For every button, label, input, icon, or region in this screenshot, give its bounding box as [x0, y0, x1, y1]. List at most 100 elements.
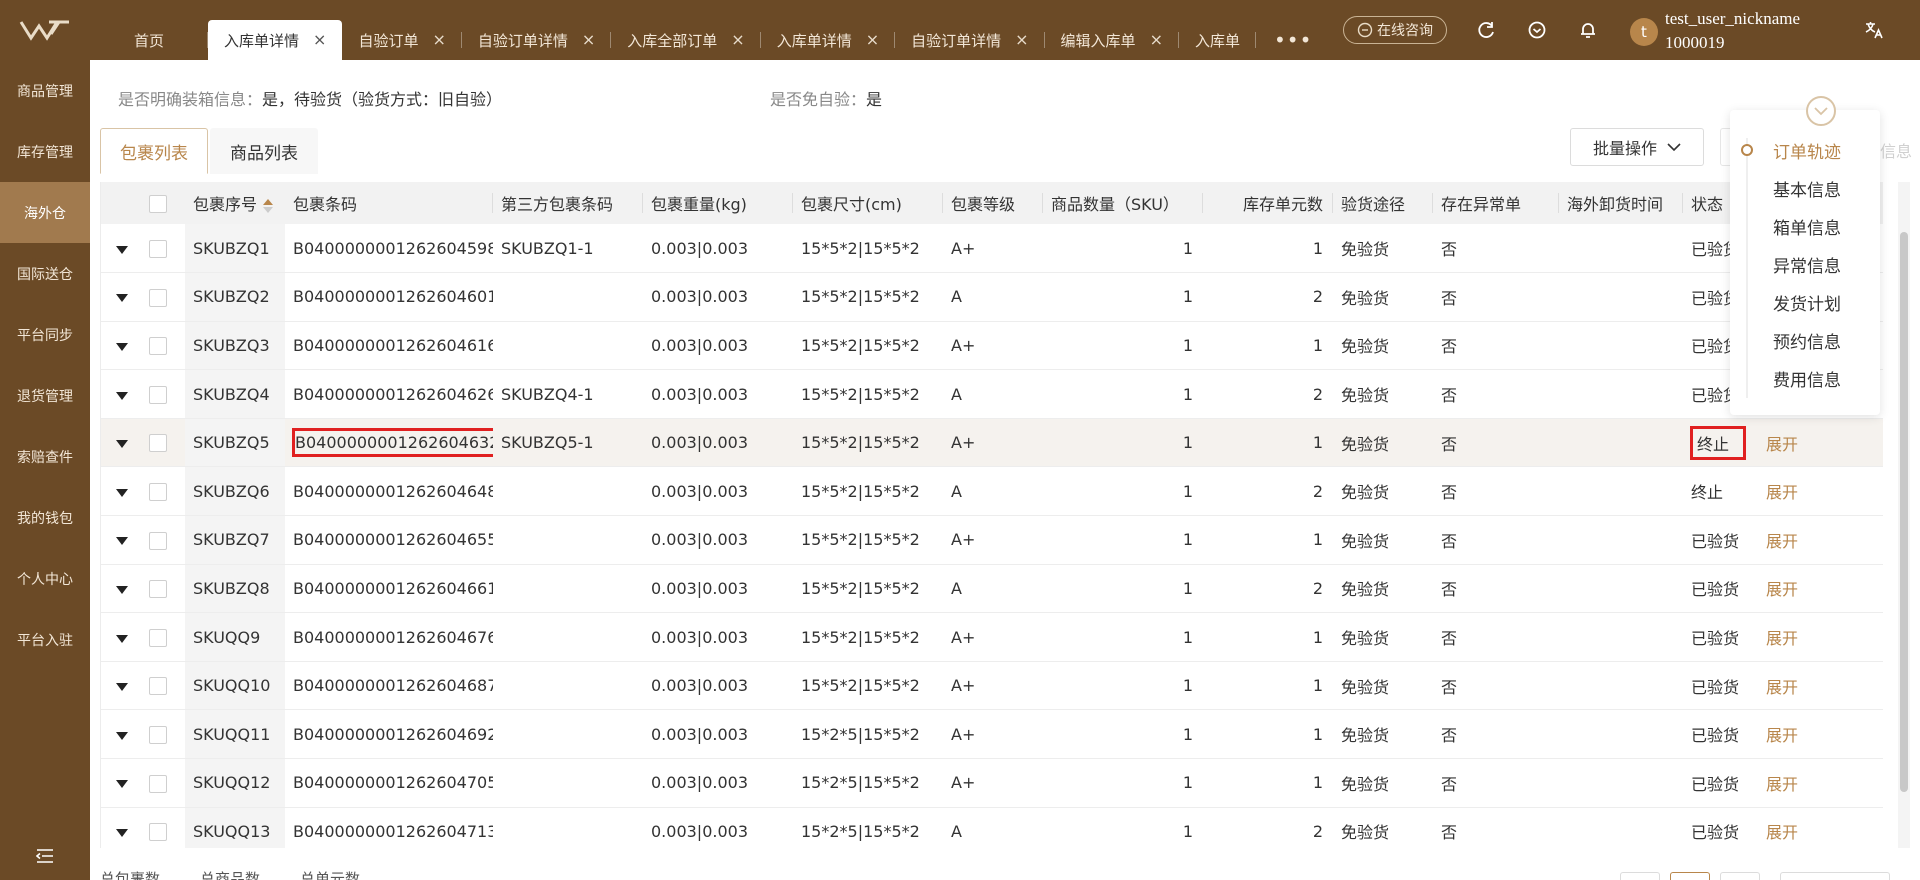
page-tab[interactable]: 入库单详情 × [761, 20, 896, 60]
caret-down-icon[interactable] [116, 683, 128, 692]
page-tab[interactable]: 入库单 [1179, 20, 1256, 60]
table-row[interactable]: SKUQQ12 B0400000001262604705 0.003|0.003 15… [101, 758, 1883, 808]
close-icon[interactable]: × [313, 32, 326, 48]
row-checkbox[interactable] [149, 337, 167, 356]
close-icon[interactable]: × [432, 32, 445, 48]
caret-down-icon[interactable] [116, 731, 128, 740]
caret-down-icon[interactable] [116, 391, 128, 400]
table-row[interactable]: SKUQQ13 B0400000001262604713 0.003|0.003 15… [101, 807, 1883, 848]
row-checkbox[interactable] [149, 628, 167, 647]
row-checkbox[interactable] [149, 677, 167, 696]
page-tab[interactable]: 首页 [90, 20, 209, 60]
caret-down-icon[interactable] [116, 828, 128, 837]
pager-current-page[interactable] [1670, 872, 1710, 880]
caret-down-icon[interactable] [116, 488, 128, 497]
table-row[interactable]: SKUBZQ6 B0400000001262604648 0.003|0.003 15… [101, 466, 1883, 516]
table-row[interactable]: SKUQQ10 B0400000001262604687 0.003|0.003 15… [101, 661, 1883, 710]
batch-operation-button[interactable]: 批量操作 [1570, 128, 1704, 166]
row-checkbox[interactable] [149, 385, 167, 404]
scrollbar-thumb[interactable] [1900, 232, 1908, 792]
table-row[interactable]: SKUQQ11 B0400000001262604692 0.003|0.003 15… [101, 709, 1883, 759]
caret-down-icon[interactable] [116, 634, 128, 643]
sort-icon[interactable] [263, 198, 274, 213]
anchor-item[interactable]: 箱单信息 [1773, 214, 1841, 239]
sidebar-item[interactable]: 平台入驻 [0, 609, 90, 670]
user-name[interactable]: test_user_nickname [1665, 8, 1800, 30]
sidebar-item[interactable]: 我的钱包 [0, 487, 90, 548]
row-checkbox[interactable] [149, 774, 167, 793]
expand-link[interactable]: 展开 [1758, 661, 1883, 710]
row-checkbox[interactable] [149, 483, 167, 502]
sidebar-item[interactable]: 海外仓 [0, 182, 90, 243]
caret-down-icon[interactable] [116, 780, 128, 789]
table-row[interactable]: SKUQQ9 B0400000001262604676 0.003|0.003 15*… [101, 612, 1883, 662]
table-row[interactable]: SKUBZQ2 B0400000001262604601 0.003|0.003 15… [101, 272, 1883, 322]
table-row[interactable]: SKUBZQ7 B0400000001262604655 0.003|0.003 15… [101, 515, 1883, 565]
header-seq[interactable]: 包裹序号 [185, 182, 285, 224]
row-checkbox[interactable] [149, 239, 167, 258]
table-row[interactable]: SKUBZQ3 B0400000001262604616 0.003|0.003 15… [101, 321, 1883, 370]
row-checkbox[interactable] [149, 434, 167, 453]
table-row[interactable]: SKUBZQ1 B0400000001262604598 SKUBZQ1-1 0.00… [101, 224, 1883, 273]
table-row[interactable]: SKUBZQ5 B0400000001262604632 SKUBZQ5-1 0.00… [101, 418, 1883, 467]
table-row[interactable]: SKUBZQ8 B0400000001262604661 0.003|0.003 15… [101, 564, 1883, 613]
anchor-item[interactable]: 基本信息 [1773, 176, 1841, 201]
page-tab[interactable]: 自验订单 × [342, 20, 462, 60]
anchor-item[interactable]: 异常信息 [1773, 252, 1841, 277]
anchor-item[interactable]: 预约信息 [1773, 328, 1841, 353]
caret-down-icon[interactable] [116, 245, 128, 254]
sidebar-item[interactable]: 索赔查件 [0, 426, 90, 487]
caret-down-icon[interactable] [116, 342, 128, 351]
page-tab[interactable]: 自验订单详情 × [462, 20, 612, 60]
more-tabs-icon[interactable]: ••• [1256, 20, 1330, 60]
close-icon[interactable]: × [1150, 32, 1163, 48]
close-icon[interactable]: × [582, 32, 595, 48]
expand-link[interactable]: 展开 [1758, 613, 1883, 662]
bell-icon[interactable] [1576, 18, 1600, 42]
anchor-collapse-toggle[interactable] [1806, 96, 1836, 126]
caret-down-icon[interactable] [116, 585, 128, 594]
sidebar-item[interactable]: 国际送仓 [0, 243, 90, 304]
expand-link[interactable]: 展开 [1758, 759, 1883, 808]
page-tab[interactable]: 自验订单详情 × [895, 20, 1045, 60]
page-tab[interactable]: 编辑入库单 × [1045, 20, 1179, 60]
tab-package-list[interactable]: 包裹列表 [100, 128, 208, 174]
feedback-icon[interactable] [1525, 18, 1549, 42]
sidebar-item[interactable]: 平台同步 [0, 304, 90, 365]
sidebar-item[interactable]: 个人中心 [0, 548, 90, 609]
table-row[interactable]: SKUBZQ4 B0400000001262604626 SKUBZQ4-1 0.00… [101, 369, 1883, 419]
caret-down-icon[interactable] [116, 440, 128, 449]
select-all-checkbox[interactable] [149, 194, 167, 213]
expand-link[interactable]: 展开 [1758, 418, 1883, 467]
pager-prev-button[interactable] [1620, 872, 1660, 880]
page-tab[interactable]: 入库全部订单 × [611, 20, 761, 60]
page-size-select[interactable] [1780, 872, 1890, 880]
expand-link[interactable]: 展开 [1758, 710, 1883, 759]
expand-link[interactable]: 展开 [1758, 564, 1883, 613]
avatar[interactable]: t [1630, 18, 1658, 46]
anchor-item[interactable]: 费用信息 [1773, 366, 1841, 391]
online-consult-button[interactable]: 在线咨询 [1343, 16, 1447, 44]
expand-link[interactable]: 展开 [1758, 467, 1883, 516]
refresh-icon[interactable] [1474, 18, 1498, 42]
row-checkbox[interactable] [149, 580, 167, 599]
close-icon[interactable]: × [866, 32, 879, 48]
translate-icon[interactable] [1862, 18, 1886, 42]
vertical-scrollbar[interactable] [1898, 182, 1910, 848]
row-checkbox[interactable] [149, 531, 167, 550]
expand-link[interactable]: 展开 [1758, 807, 1883, 848]
sidebar-item[interactable]: 库存管理 [0, 121, 90, 182]
row-checkbox[interactable] [149, 823, 167, 842]
sidebar-item[interactable]: 退货管理 [0, 365, 90, 426]
tab-product-list[interactable]: 商品列表 [210, 128, 318, 174]
page-tab[interactable]: 入库单详情 × [208, 20, 343, 60]
caret-down-icon[interactable] [116, 537, 128, 546]
anchor-item[interactable]: 发货计划 [1773, 290, 1841, 315]
expand-link[interactable]: 展开 [1758, 516, 1883, 565]
sidebar-item[interactable]: 商品管理 [0, 60, 90, 121]
row-checkbox[interactable] [149, 288, 167, 307]
close-icon[interactable]: × [731, 32, 744, 48]
row-checkbox[interactable] [149, 725, 167, 744]
pager-next-button[interactable] [1720, 872, 1760, 880]
caret-down-icon[interactable] [116, 294, 128, 303]
